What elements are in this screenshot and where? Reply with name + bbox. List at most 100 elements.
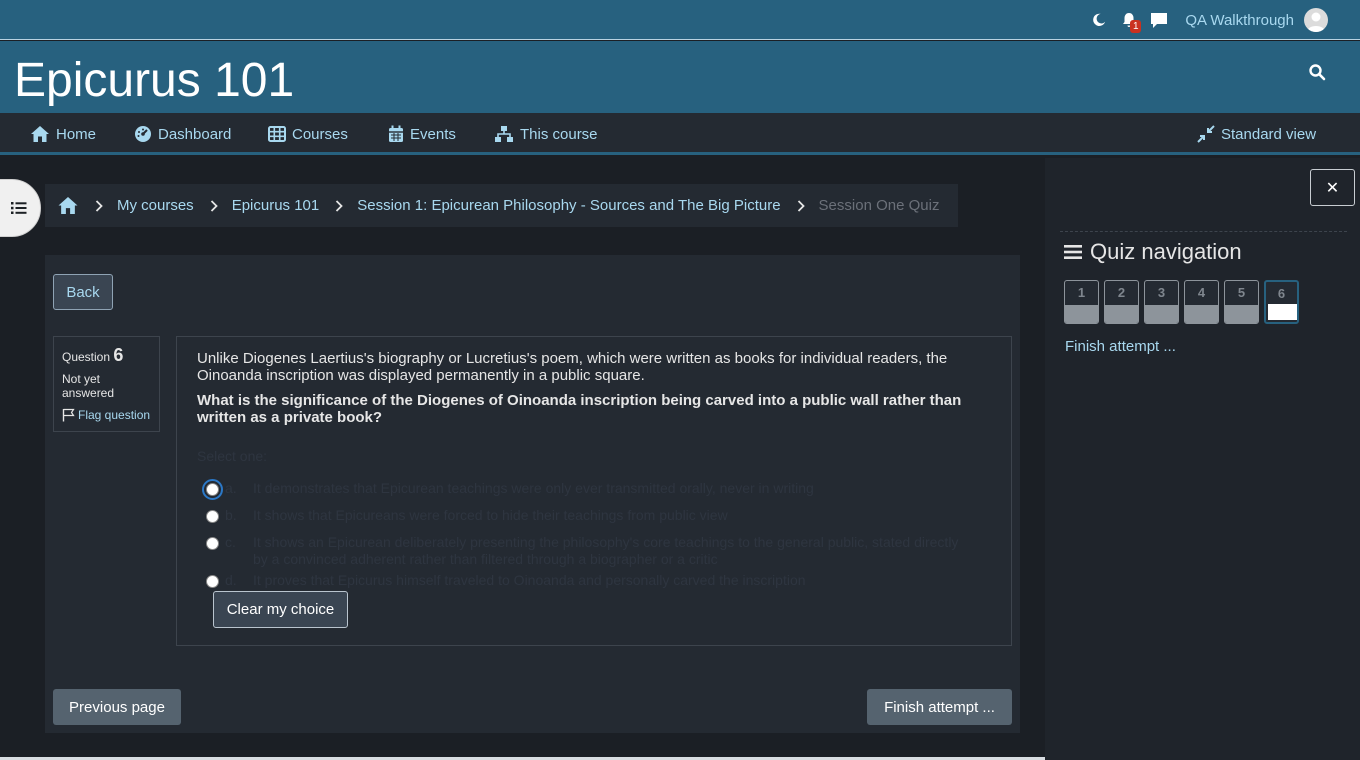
- quiz-nav-number: 2: [1117, 285, 1126, 300]
- quiz-nav-number: 1: [1077, 285, 1086, 300]
- standard-view-toggle[interactable]: Standard view: [1197, 113, 1316, 155]
- course-index-toggle[interactable]: [0, 179, 41, 237]
- nav-item-label: Dashboard: [158, 125, 232, 143]
- courses-icon: [268, 126, 286, 142]
- answer-text: It demonstrates that Epicurean teachings…: [253, 480, 814, 496]
- finish-attempt-link[interactable]: Finish attempt ...: [1065, 338, 1176, 355]
- primary-navigation: Home Dashboard Courses Events This cours…: [0, 113, 1360, 155]
- compress-icon: [1197, 125, 1215, 143]
- answer-letter: b.: [225, 507, 237, 523]
- question-prompt: What is the significance of the Diogenes…: [197, 392, 962, 426]
- hamburger-icon: [1064, 245, 1082, 259]
- quiz-navigation-title: Quiz navigation: [1064, 239, 1242, 265]
- page-title: Epicurus 101: [14, 54, 295, 107]
- breadcrumb-course[interactable]: Epicurus 101: [232, 197, 320, 214]
- close-drawer-button[interactable]: ✕: [1310, 169, 1355, 206]
- question-label: Question: [62, 350, 111, 364]
- breadcrumb: My courses Epicurus 101 Session 1: Epicu…: [45, 184, 958, 227]
- calendar-icon: [389, 125, 403, 142]
- nav-item-label: Home: [56, 125, 97, 143]
- breadcrumb-section[interactable]: Session 1: Epicurean Philosophy - Source…: [357, 197, 780, 214]
- dashboard-icon: [135, 126, 151, 142]
- quiz-nav-button-3[interactable]: 3: [1144, 280, 1179, 324]
- chevron-right-icon: [335, 199, 344, 212]
- quiz-nav-number: 5: [1237, 285, 1246, 300]
- answer-radio[interactable]: [202, 479, 223, 500]
- search-icon[interactable]: [1308, 63, 1328, 83]
- avatar[interactable]: [1304, 8, 1328, 32]
- quiz-nav-status: [1268, 304, 1297, 320]
- close-icon: ✕: [1325, 179, 1340, 197]
- quiz-nav-number: 4: [1197, 285, 1206, 300]
- quiz-nav-button-2[interactable]: 2: [1104, 280, 1139, 324]
- quiz-card: Back Question 6 Not yet answered Flag qu…: [45, 255, 1020, 733]
- top-bar: 1 QA Walkthrough: [0, 0, 1360, 40]
- nav-item-home[interactable]: Home: [30, 113, 96, 155]
- clear-choice-button[interactable]: Clear my choice: [213, 591, 348, 628]
- quiz-navigation-title-text: Quiz navigation: [1090, 239, 1242, 264]
- question-info: Question 6 Not yet answered Flag questio…: [53, 336, 160, 432]
- answer-radio[interactable]: [206, 537, 219, 550]
- answer-text: It shows an Epicurean deliberately prese…: [253, 534, 959, 567]
- notification-badge: 1: [1130, 20, 1142, 33]
- nav-item-label: Events: [410, 125, 456, 143]
- answer-letter: a.: [225, 480, 237, 496]
- breadcrumb-my-courses[interactable]: My courses: [117, 197, 194, 214]
- answer-radio[interactable]: [206, 510, 219, 523]
- flag-question-link[interactable]: Flag question: [62, 408, 151, 422]
- answer-option-a[interactable]: a. It demonstrates that Epicurean teachi…: [197, 479, 973, 500]
- question-text: Unlike Diogenes Laertius's biography or …: [197, 350, 948, 384]
- messages-icon[interactable]: [1149, 10, 1169, 30]
- quiz-nav-status: [1105, 305, 1138, 323]
- home-icon: [31, 126, 49, 142]
- quiz-navigation-drawer: ✕ Quiz navigation 1 2 3 4 5 6 Finish att…: [1045, 158, 1360, 760]
- quiz-nav-button-1[interactable]: 1: [1064, 280, 1099, 324]
- quiz-nav-status: [1225, 305, 1258, 323]
- previous-page-button[interactable]: Previous page: [53, 689, 181, 725]
- flag-icon: [62, 408, 75, 422]
- nav-item-courses[interactable]: Courses: [268, 113, 348, 155]
- page-header: Epicurus 101: [0, 41, 1360, 113]
- quiz-nav-button-4[interactable]: 4: [1184, 280, 1219, 324]
- question-number-value: 6: [113, 345, 124, 365]
- breadcrumb-home-icon[interactable]: [57, 196, 79, 215]
- breadcrumb-current: Session One Quiz: [818, 197, 940, 214]
- quiz-nav-button-5[interactable]: 5: [1224, 280, 1259, 324]
- question-number: Question 6: [62, 345, 151, 366]
- nav-item-events[interactable]: Events: [388, 113, 456, 155]
- quiz-nav-number: 3: [1157, 285, 1166, 300]
- quiz-nav-button-6[interactable]: 6: [1264, 280, 1299, 324]
- answer-radio[interactable]: [206, 575, 219, 588]
- chevron-right-icon: [95, 199, 103, 212]
- topbar-right: 1 QA Walkthrough: [1089, 0, 1328, 40]
- drawer-divider: [1060, 231, 1347, 232]
- nav-item-dashboard[interactable]: Dashboard: [134, 113, 231, 155]
- answer-letter: d.: [225, 572, 237, 588]
- nav-item-label: This course: [520, 125, 598, 143]
- chevron-right-icon: [797, 199, 805, 212]
- answer-option-d[interactable]: d. It proves that Epicurus himself trave…: [197, 572, 973, 589]
- quiz-nav-number: 6: [1277, 286, 1286, 301]
- finish-attempt-button[interactable]: Finish attempt ...: [867, 689, 1012, 725]
- nav-item-this-course[interactable]: This course: [494, 113, 598, 155]
- flag-question-label: Flag question: [78, 408, 151, 422]
- answer-text: It shows that Epicureans were forced to …: [253, 507, 728, 523]
- list-icon: [10, 202, 26, 214]
- nav-item-label: Courses: [292, 125, 348, 143]
- dark-mode-toggle-icon[interactable]: [1089, 10, 1109, 30]
- standard-view-label: Standard view: [1221, 125, 1317, 143]
- answer-option-b[interactable]: b. It shows that Epicureans were forced …: [197, 507, 973, 524]
- quiz-nav-status: [1185, 305, 1218, 323]
- notification-bell-icon[interactable]: 1: [1119, 10, 1142, 33]
- quiz-question-buttons: 1 2 3 4 5 6: [1064, 280, 1299, 324]
- quiz-nav-status: [1065, 305, 1098, 323]
- answer-option-c[interactable]: c. It shows an Epicurean deliberately pr…: [197, 534, 973, 568]
- answer-text: It proves that Epicurus himself traveled…: [253, 572, 806, 588]
- question-content: Unlike Diogenes Laertius's biography or …: [176, 336, 1012, 646]
- user-menu-name[interactable]: QA Walkthrough: [1185, 12, 1294, 29]
- quiz-nav-status: [1145, 305, 1178, 323]
- chevron-right-icon: [210, 199, 218, 212]
- select-one-label: Select one:: [197, 448, 268, 464]
- question-state: Not yet answered: [62, 372, 115, 400]
- back-button[interactable]: Back: [53, 274, 113, 310]
